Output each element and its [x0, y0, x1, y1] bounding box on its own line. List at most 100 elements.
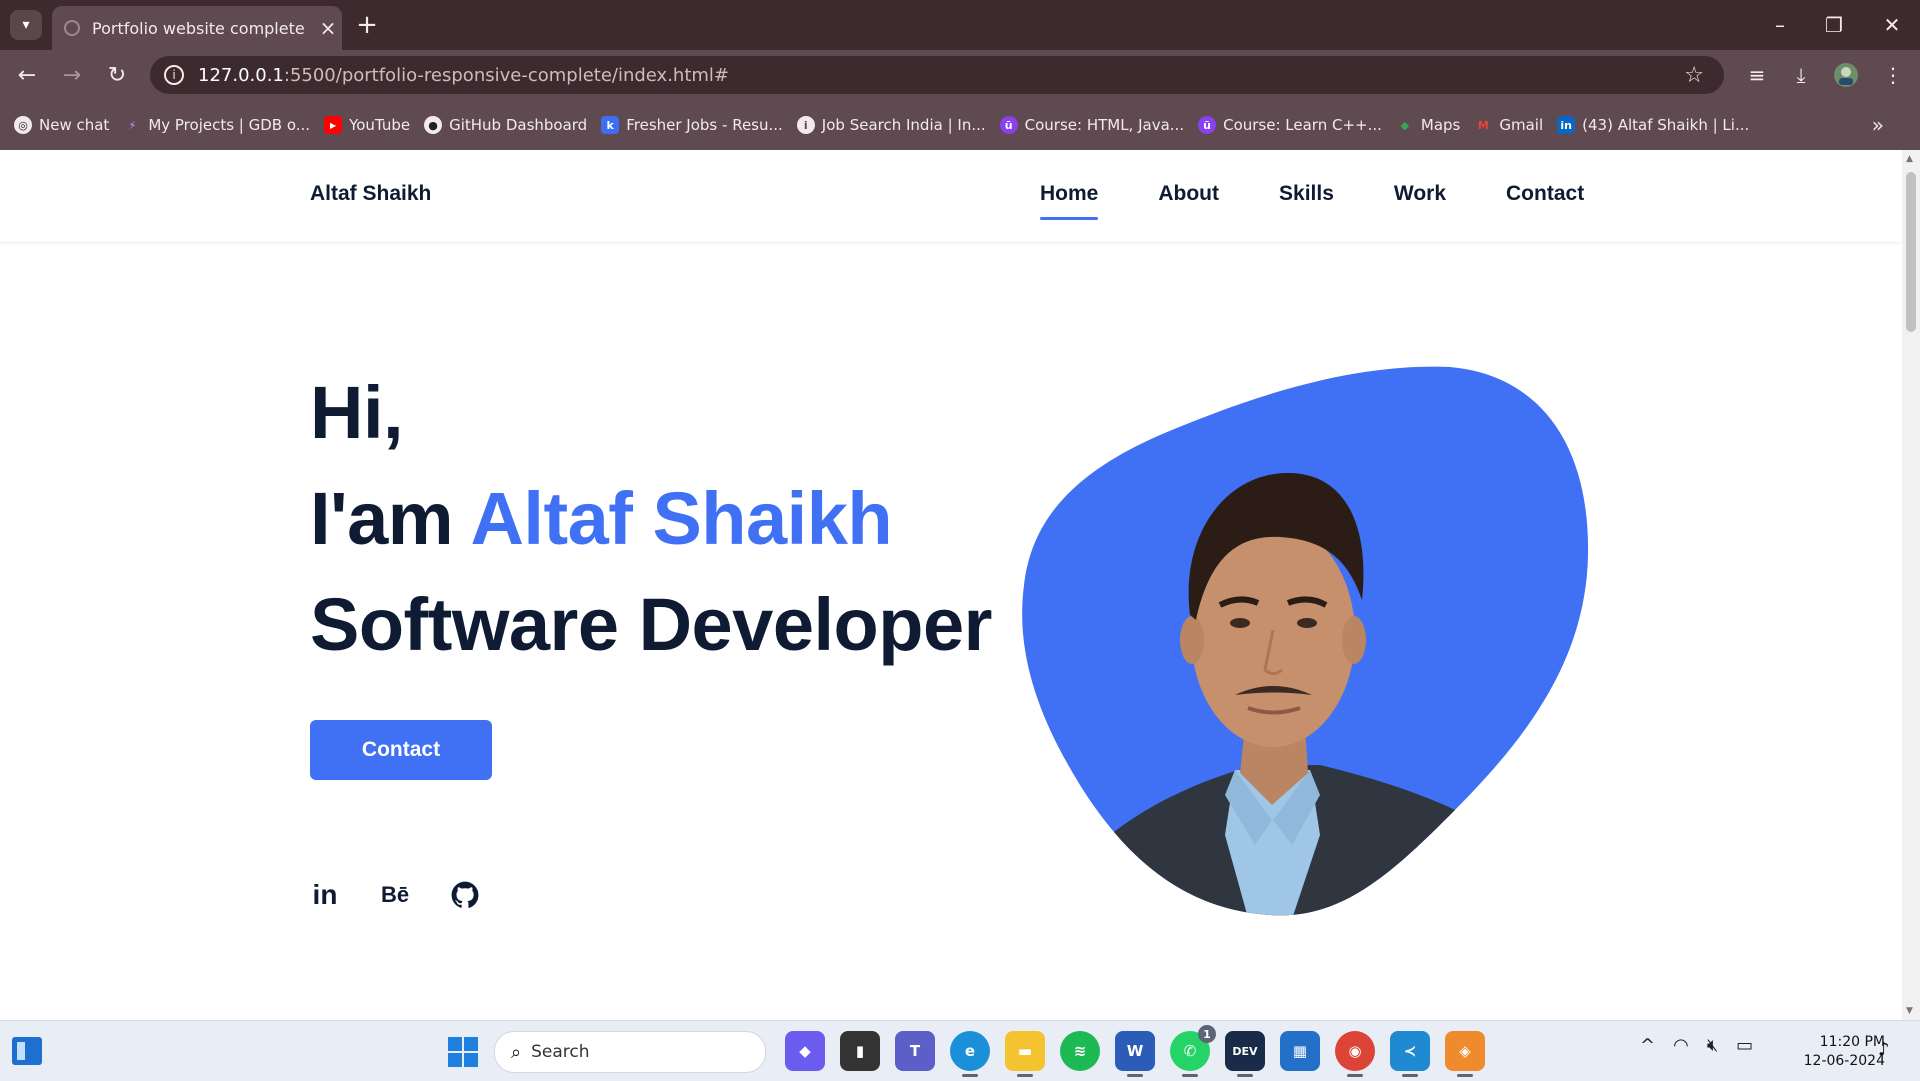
clock-time: 11:20 PM — [1819, 1034, 1885, 1050]
edge-icon[interactable]: e — [950, 1031, 990, 1077]
nav-about[interactable]: About — [1158, 182, 1219, 206]
reload-icon[interactable]: ↻ — [100, 58, 134, 92]
dev-icon[interactable]: DEV — [1225, 1031, 1265, 1077]
bookmark-item[interactable]: ū Course: Learn C++... — [1198, 116, 1382, 134]
system-clock[interactable]: 11:20 PM 12-06-2024 — [1785, 1033, 1885, 1071]
widgets-icon[interactable] — [12, 1037, 42, 1065]
file-explorer-icon[interactable]: ▬ — [1005, 1031, 1045, 1077]
download-icon[interactable]: ⤓ — [1784, 58, 1818, 92]
site-info-icon[interactable]: i — [164, 65, 184, 85]
web-page: Altaf Shaikh Home About Skills Work Cont… — [0, 150, 1902, 1020]
page-scrollbar[interactable]: ▲ ▼ — [1902, 150, 1920, 1020]
bookmark-item[interactable]: i Job Search India | In... — [796, 116, 986, 134]
site-logo[interactable]: Altaf Shaikh — [310, 182, 431, 206]
social-links: in Bē — [310, 879, 520, 910]
taskbar-search-placeholder: Search — [531, 1042, 590, 1062]
tab-favicon-icon — [64, 20, 80, 36]
taskbar-search[interactable]: ⌕ Search — [494, 1031, 766, 1073]
window-close-icon[interactable]: ✕ — [1864, 0, 1920, 50]
vscode-icon[interactable]: ≺ — [1390, 1031, 1430, 1077]
github-icon: ● — [424, 116, 443, 134]
course-icon: ū — [1198, 116, 1217, 134]
info-icon: i — [796, 116, 815, 134]
hero-greeting: Hi, — [310, 371, 404, 454]
new-tab-button[interactable]: + — [352, 10, 382, 40]
address-bar[interactable]: i 127.0.0.1:5500/portfolio-responsive-co… — [150, 56, 1724, 94]
bookmark-label: Course: HTML, Java... — [1024, 116, 1185, 134]
search-icon: ⌕ — [511, 1041, 522, 1063]
bookmark-label: My Projects | GDB o... — [148, 116, 311, 134]
volume-muted-icon[interactable]: 🔇︎ — [1707, 1035, 1718, 1056]
bookmark-label: Gmail — [1499, 116, 1544, 134]
store-icon[interactable]: ▦ — [1280, 1031, 1320, 1071]
tray-overflow-icon[interactable]: ^ — [1640, 1035, 1655, 1056]
minimize-icon[interactable]: – — [1752, 0, 1808, 50]
chatgpt-icon: ◎ — [14, 116, 32, 134]
hero-intro-prefix: I'am — [310, 477, 471, 560]
bookmark-label: YouTube — [349, 116, 411, 134]
wifi-icon[interactable]: ◠ — [1673, 1035, 1689, 1056]
tab-search-button[interactable]: ▾ — [10, 10, 42, 40]
hero-name: Altaf Shaikh — [470, 477, 893, 560]
browser-toolbar: ← → ↻ i 127.0.0.1:5500/portfolio-respons… — [0, 50, 1920, 100]
tab-close-icon[interactable]: × — [314, 16, 342, 40]
bookmark-label: (43) Altaf Shaikh | Li... — [1582, 116, 1750, 134]
bookmark-item[interactable]: ◎ New chat — [14, 116, 109, 134]
hero-role: Software Developer — [310, 583, 992, 666]
gmail-icon: M — [1477, 118, 1489, 132]
bookmark-item[interactable]: ▶ YouTube — [324, 116, 410, 134]
battery-icon[interactable]: ▭ — [1736, 1035, 1753, 1056]
chevron-down-icon: ▾ — [22, 17, 30, 33]
linkedin-icon[interactable]: in — [310, 879, 340, 910]
teams-icon[interactable]: T — [895, 1031, 935, 1071]
whatsapp-icon[interactable]: ✆ 1 — [1170, 1025, 1216, 1077]
more-bookmarks-icon[interactable]: » — [1872, 113, 1884, 137]
forward-icon[interactable]: → — [55, 58, 89, 92]
bookmark-label: Job Search India | In... — [821, 116, 986, 134]
scroll-up-icon[interactable]: ▲ — [1906, 154, 1913, 164]
bookmark-item[interactable]: k Fresher Jobs - Resu... — [601, 116, 783, 134]
course-icon: ū — [999, 116, 1018, 134]
start-button[interactable] — [448, 1037, 478, 1067]
file-explorer-dark-icon[interactable]: ▮ — [840, 1031, 880, 1071]
notification-bell-icon[interactable]: ♪ — [1878, 1039, 1890, 1060]
behance-icon[interactable]: Bē — [380, 880, 410, 910]
bookmark-item[interactable]: ⚡ My Projects | GDB o... — [123, 116, 310, 134]
bookmark-item[interactable]: in (43) Altaf Shaikh | Li... — [1557, 116, 1749, 134]
word-icon[interactable]: W — [1115, 1031, 1155, 1077]
scrollbar-thumb[interactable] — [1906, 172, 1916, 332]
bookmark-item[interactable]: M Gmail — [1474, 116, 1543, 134]
bookmark-star-icon[interactable]: ☆ — [1684, 63, 1704, 88]
bookmarks-bar: ◎ New chat ⚡ My Projects | GDB o... ▶ Yo… — [0, 100, 1920, 150]
github-icon[interactable] — [450, 880, 480, 910]
youtube-icon: ▶ — [324, 116, 343, 134]
copilot-icon[interactable]: ◆ — [785, 1031, 825, 1071]
reading-list-icon[interactable]: ≡ — [1740, 58, 1774, 92]
chrome-icon[interactable]: ◉ — [1335, 1031, 1375, 1077]
menu-kebab-icon[interactable]: ⋮ — [1876, 58, 1910, 92]
url-host: 127.0.0.1 — [198, 64, 284, 86]
profile-avatar[interactable] — [1829, 58, 1863, 92]
nav-contact[interactable]: Contact — [1506, 182, 1584, 206]
hero-intro: I'am Altaf Shaikh — [310, 466, 992, 572]
bookmark-item[interactable]: ● GitHub Dashboard — [424, 116, 587, 134]
contact-button[interactable]: Contact — [310, 720, 492, 780]
spotify-icon[interactable]: ≋ — [1060, 1031, 1100, 1071]
linkedin-icon: in — [1557, 116, 1576, 134]
browser-tab[interactable]: Portfolio website complete × — [52, 6, 342, 50]
restore-icon[interactable]: ❐ — [1806, 0, 1862, 50]
scroll-down-icon[interactable]: ▼ — [1906, 1006, 1913, 1016]
nav-home[interactable]: Home — [1040, 182, 1099, 220]
site-nav: Home About Skills Work Contact — [1040, 182, 1644, 220]
jobs-icon: k — [601, 116, 620, 134]
bookmark-label: Course: Learn C++... — [1223, 116, 1382, 134]
git-icon[interactable]: ◈ — [1445, 1031, 1485, 1077]
bookmark-label: Maps — [1420, 116, 1461, 134]
bookmark-item[interactable]: ū Course: HTML, Java... — [999, 116, 1185, 134]
back-icon[interactable]: ← — [10, 58, 44, 92]
bookmark-item[interactable]: ◆ Maps — [1396, 116, 1461, 134]
hero-image-blob — [1020, 365, 1595, 925]
nav-work[interactable]: Work — [1394, 182, 1446, 206]
nav-skills[interactable]: Skills — [1279, 182, 1334, 206]
taskbar-apps: ◆ ▮ T e ▬ ≋ W ✆ 1 DEV ▦ ◉ ≺ ◈ — [785, 1025, 1500, 1077]
